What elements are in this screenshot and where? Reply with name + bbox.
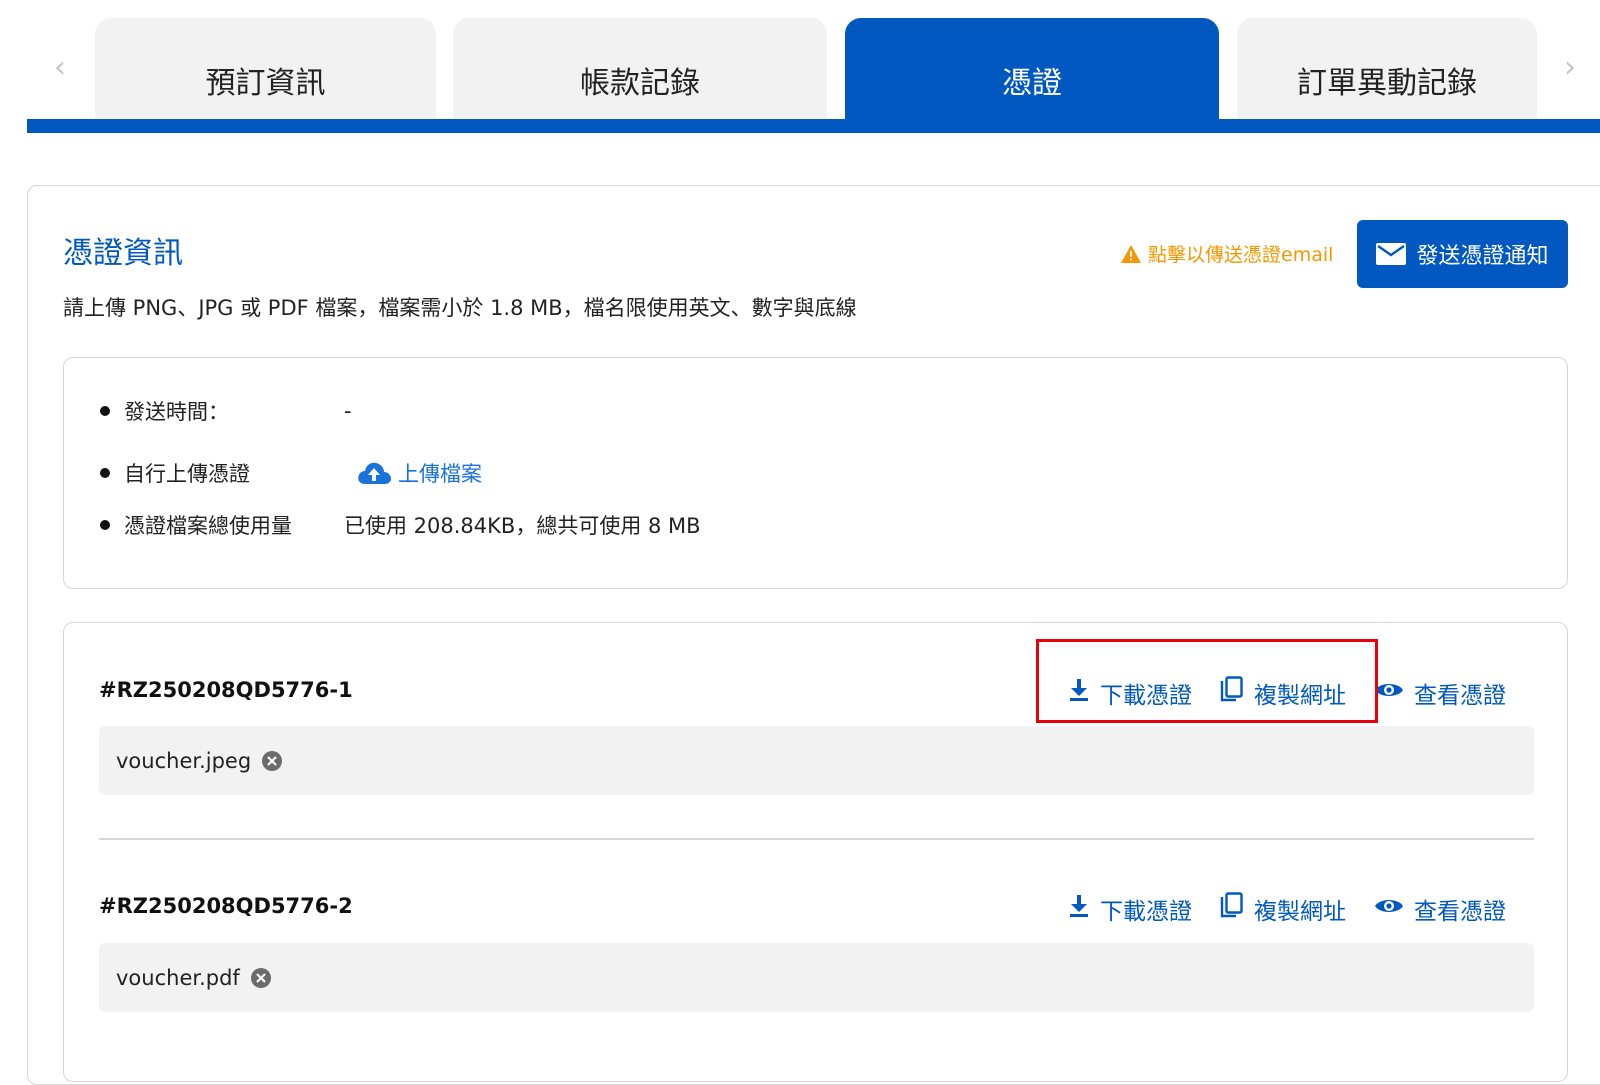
usage-label: 憑證檔案總使用量 bbox=[124, 514, 292, 538]
view-label: 查看憑證 bbox=[1414, 683, 1506, 709]
usage-value: 已使用 208.84KB，總共可使用 8 MB bbox=[344, 514, 701, 538]
send-button-label: 發送憑證通知 bbox=[1416, 244, 1549, 269]
tab-order-change-log[interactable]: 訂單異動記錄 bbox=[1237, 18, 1537, 120]
copy-icon bbox=[1220, 892, 1244, 926]
tab-booking-info[interactable]: 預訂資訊 bbox=[95, 18, 436, 120]
voucher-id: #RZ250208QD5776-1 bbox=[99, 678, 353, 702]
eye-icon bbox=[1374, 896, 1404, 922]
view-voucher-button[interactable]: 查看憑證 bbox=[1374, 676, 1506, 710]
send-email-notice: 點擊以傳送憑證email bbox=[1120, 240, 1333, 267]
bullet-icon bbox=[100, 468, 110, 478]
send-voucher-notification-button[interactable]: 發送憑證通知 bbox=[1357, 220, 1568, 288]
tab-voucher[interactable]: 憑證 bbox=[845, 18, 1219, 120]
view-voucher-button[interactable]: 查看憑證 bbox=[1374, 892, 1506, 926]
voucher-actions: 下載憑證 複製網址 查看憑證 bbox=[1068, 892, 1506, 926]
bullet-icon bbox=[100, 406, 110, 416]
usage-row: 憑證檔案總使用量 已使用 208.84KB，總共可使用 8 MB bbox=[100, 510, 701, 540]
voucher-divider bbox=[99, 838, 1534, 840]
voucher-id: #RZ250208QD5776-2 bbox=[99, 894, 353, 918]
copy-url-button[interactable]: 複製網址 bbox=[1220, 892, 1346, 926]
self-upload-row: 自行上傳憑證 上傳檔案 bbox=[100, 458, 482, 488]
cloud-upload-icon bbox=[356, 460, 392, 486]
tab-next-arrow-icon[interactable]: › bbox=[1550, 48, 1590, 88]
copy-label: 複製網址 bbox=[1254, 899, 1346, 925]
tab-bar: ‹ 預訂資訊 帳款記錄 憑證 訂單異動記錄 › bbox=[0, 0, 1600, 133]
send-time-label: 發送時間： bbox=[124, 400, 229, 424]
section-title: 憑證資訊 bbox=[63, 236, 183, 271]
download-label: 下載憑證 bbox=[1100, 899, 1192, 925]
tab-label: 憑證 bbox=[1002, 66, 1062, 101]
highlight-annotation bbox=[1036, 639, 1378, 723]
tab-prev-arrow-icon[interactable]: ‹ bbox=[40, 48, 80, 88]
warning-icon bbox=[1120, 244, 1142, 264]
mail-icon bbox=[1376, 243, 1407, 265]
upload-file-link[interactable]: 上傳檔案 bbox=[356, 458, 482, 488]
remove-file-icon[interactable] bbox=[261, 750, 283, 772]
tab-label: 帳款記錄 bbox=[580, 66, 700, 101]
voucher-file-field: voucher.pdf bbox=[99, 943, 1534, 1012]
view-label: 查看憑證 bbox=[1414, 899, 1506, 925]
upload-link-label: 上傳檔案 bbox=[398, 462, 482, 486]
upload-hint: 請上傳 PNG、JPG 或 PDF 檔案，檔案需小於 1.8 MB，檔名限使用英… bbox=[63, 296, 857, 320]
tab-label: 訂單異動記錄 bbox=[1297, 66, 1477, 101]
self-upload-label: 自行上傳憑證 bbox=[124, 462, 250, 486]
eye-icon bbox=[1374, 680, 1404, 706]
tab-payment-records[interactable]: 帳款記錄 bbox=[453, 18, 827, 120]
file-name: voucher.jpeg bbox=[116, 748, 252, 773]
download-voucher-button[interactable]: 下載憑證 bbox=[1068, 892, 1192, 926]
download-icon bbox=[1068, 894, 1090, 924]
bullet-icon bbox=[100, 520, 110, 530]
voucher-file-field: voucher.jpeg bbox=[99, 726, 1534, 795]
tab-active-underline bbox=[27, 119, 1600, 133]
send-time-row: 發送時間： - bbox=[100, 396, 352, 426]
file-name: voucher.pdf bbox=[116, 965, 240, 990]
remove-file-icon[interactable] bbox=[250, 967, 272, 989]
notice-text: 點擊以傳送憑證email bbox=[1148, 244, 1334, 266]
send-time-value: - bbox=[344, 399, 352, 423]
tab-label: 預訂資訊 bbox=[205, 66, 326, 101]
